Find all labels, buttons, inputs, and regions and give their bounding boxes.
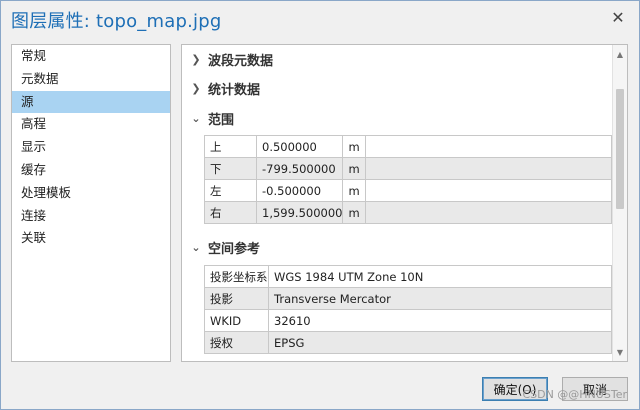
spatial-ref-value: Transverse Mercator: [268, 287, 612, 310]
extent-unit: m: [342, 201, 367, 224]
section-label: 波段元数据: [208, 53, 274, 69]
table-row: 投影 Transverse Mercator: [204, 287, 612, 310]
sidebar-item-relates[interactable]: 关联: [12, 227, 170, 250]
sidebar-item-general[interactable]: 常规: [12, 45, 170, 68]
sidebar-item-elevation[interactable]: 高程: [12, 113, 170, 136]
extent-blank: [365, 135, 612, 158]
extent-value: 1,599.500000: [255, 201, 344, 224]
chevron-down-icon: ⌄: [191, 111, 201, 125]
section-label: 统计数据: [208, 82, 261, 98]
sidebar-item-joins[interactable]: 连接: [12, 205, 170, 228]
section-label: 范围: [208, 112, 235, 128]
spatial-reference-table: 投影坐标系 WGS 1984 UTM Zone 10N 投影 Transvers…: [204, 265, 612, 354]
section-statistics[interactable]: ❯ 统计数据: [190, 78, 260, 98]
table-row: WKID 32610: [204, 309, 612, 332]
layer-properties-dialog: 图层属性: topo_map.jpg ✕ 常规 元数据 源 高程 显示 缓存 处…: [0, 0, 640, 410]
sidebar-item-metadata[interactable]: 元数据: [12, 68, 170, 91]
title-bar: 图层属性: topo_map.jpg ✕: [1, 1, 639, 37]
extent-key: 上: [204, 135, 257, 158]
scroll-down-icon[interactable]: ▼: [613, 345, 627, 359]
extent-key: 下: [204, 157, 257, 180]
table-row: 上 0.500000 m: [204, 135, 612, 158]
watermark: CSDN @@HNUSTer: [522, 388, 627, 401]
extent-unit: m: [342, 179, 367, 202]
section-label: 空间参考: [208, 241, 261, 257]
sidebar-item-processing-templates[interactable]: 处理模板: [12, 182, 170, 205]
table-row: 右 1,599.500000 m: [204, 201, 612, 224]
chevron-right-icon: ❯: [191, 52, 201, 66]
spatial-ref-key: 投影: [204, 287, 269, 310]
spatial-ref-key: WKID: [204, 309, 269, 332]
spatial-ref-value: EPSG: [268, 331, 612, 354]
section-band-metadata[interactable]: ❯ 波段元数据: [190, 49, 273, 69]
extent-key: 右: [204, 201, 257, 224]
sidebar-item-source[interactable]: 源: [12, 90, 170, 114]
table-row: 授权 EPSG: [204, 331, 612, 354]
spatial-ref-key: 投影坐标系: [204, 265, 269, 288]
chevron-down-icon: ⌄: [191, 240, 201, 254]
vertical-scrollbar[interactable]: ▲ ▼: [612, 45, 627, 361]
extent-blank: [365, 179, 612, 202]
scroll-up-icon[interactable]: ▲: [613, 47, 627, 61]
scrollbar-thumb[interactable]: [616, 89, 624, 209]
extent-key: 左: [204, 179, 257, 202]
extent-blank: [365, 201, 612, 224]
chevron-right-icon: ❯: [191, 81, 201, 95]
table-row: 下 -799.500000 m: [204, 157, 612, 180]
extent-table: 上 0.500000 m 下 -799.500000 m 左 -0.500000…: [204, 135, 612, 224]
source-panel: ❯ 波段元数据 ❯ 统计数据 ⌄ 范围 上 0.500000 m 下 -799.…: [181, 44, 628, 362]
extent-value: 0.500000: [255, 135, 344, 158]
extent-blank: [365, 157, 612, 180]
sidebar: 常规 元数据 源 高程 显示 缓存 处理模板 连接 关联: [11, 44, 171, 362]
extent-value: -799.500000: [255, 157, 344, 180]
extent-unit: m: [342, 135, 367, 158]
close-icon[interactable]: ✕: [609, 8, 627, 27]
extent-unit: m: [342, 157, 367, 180]
sidebar-item-cache[interactable]: 缓存: [12, 159, 170, 182]
table-row: 投影坐标系 WGS 1984 UTM Zone 10N: [204, 265, 612, 288]
spatial-ref-key: 授权: [204, 331, 269, 354]
section-spatial-reference[interactable]: ⌄ 空间参考: [190, 237, 260, 257]
extent-value: -0.500000: [255, 179, 344, 202]
spatial-ref-value: 32610: [268, 309, 612, 332]
spatial-ref-value: WGS 1984 UTM Zone 10N: [268, 265, 612, 288]
sidebar-item-display[interactable]: 显示: [12, 136, 170, 159]
dialog-title: 图层属性: topo_map.jpg: [11, 11, 222, 32]
section-extent[interactable]: ⌄ 范围: [190, 108, 234, 128]
table-row: 左 -0.500000 m: [204, 179, 612, 202]
